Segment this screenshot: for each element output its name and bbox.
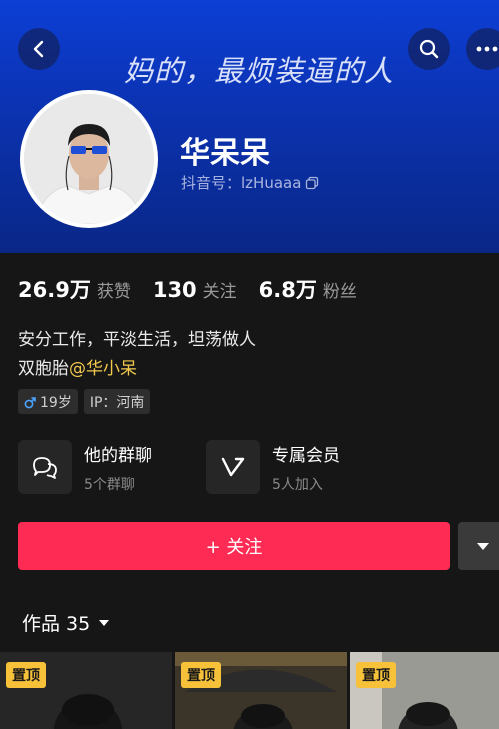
bio-line: 双胞胎@华小呆 [18,354,137,379]
douyin-id: 抖音号：lzHuaaa [181,172,319,193]
caret-down-icon [477,542,489,550]
avatar[interactable] [20,90,158,228]
stat-likes[interactable]: 26.9万 获赞 [18,274,131,304]
video-thumbnail[interactable]: 置顶 [350,652,499,729]
stat-followers[interactable]: 6.8万 粉丝 [259,274,357,304]
membership-icon-box [206,440,260,494]
tab-works[interactable]: 作品 35 [22,609,110,636]
pinned-badge: 置顶 [356,662,396,688]
follow-button[interactable]: + 关注 [18,522,450,570]
douyin-id-text: 抖音号：lzHuaaa [181,174,302,192]
age-tag: 19岁 [18,389,78,414]
profile-tags: 19岁 IP：河南 [18,389,151,414]
back-button[interactable] [18,28,60,70]
video-thumbnail[interactable]: 置顶 [0,652,172,729]
bio-text: 双胞胎 [18,359,69,379]
card-title: 专属会员 [272,445,340,466]
stat-following[interactable]: 130 关注 [153,277,237,302]
v-badge-icon [221,457,245,477]
nickname: 华呆呆 [180,136,270,171]
more-button[interactable] [466,28,499,70]
pinned-badge: 置顶 [6,662,46,688]
search-button[interactable] [408,28,450,70]
membership-card[interactable]: 专属会员 5人加入 [206,440,340,494]
card-title: 他的群聊 [84,445,152,466]
stat-value: 130 [152,278,197,302]
tab-works-label: 作品 35 [22,613,91,635]
stats-row: 26.9万 获赞 130 关注 6.8万 粉丝 [18,274,379,304]
bio-line: 安分工作，平淡生活，坦荡做人 [18,330,256,350]
card-subtitle: 5个群聊 [84,476,135,493]
stat-label: 获赞 [96,282,131,302]
male-icon [24,396,36,408]
copy-icon[interactable] [305,176,319,190]
stat-label: 粉丝 [322,282,357,302]
chat-bubbles-icon [33,457,57,479]
stat-label: 关注 [202,282,237,302]
follow-more-button[interactable] [458,522,499,570]
search-icon [419,39,439,59]
back-arrow-icon [33,40,44,58]
stat-value: 6.8万 [258,278,317,302]
ip-tag: IP：河南 [83,389,151,414]
card-subtitle: 5人加入 [272,476,323,493]
mention-link[interactable]: @华小呆 [69,359,137,379]
video-thumbnail[interactable]: 置顶 [175,652,347,729]
group-chat-icon-box [18,440,72,494]
avatar-image [24,94,154,224]
caret-down-icon [99,619,110,626]
group-chat-card[interactable]: 他的群聊 5个群聊 [18,440,152,494]
ip-text: IP：河南 [89,394,145,411]
pinned-badge: 置顶 [181,662,221,688]
profile-banner: 妈的，最烦装逼的人 华呆呆 抖音号：lzHuaaa [0,0,499,253]
age-text: 19岁 [40,394,72,411]
stat-value: 26.9万 [18,278,91,302]
banner-text: 妈的，最烦装逼的人 [124,54,395,88]
more-icon [476,46,498,52]
